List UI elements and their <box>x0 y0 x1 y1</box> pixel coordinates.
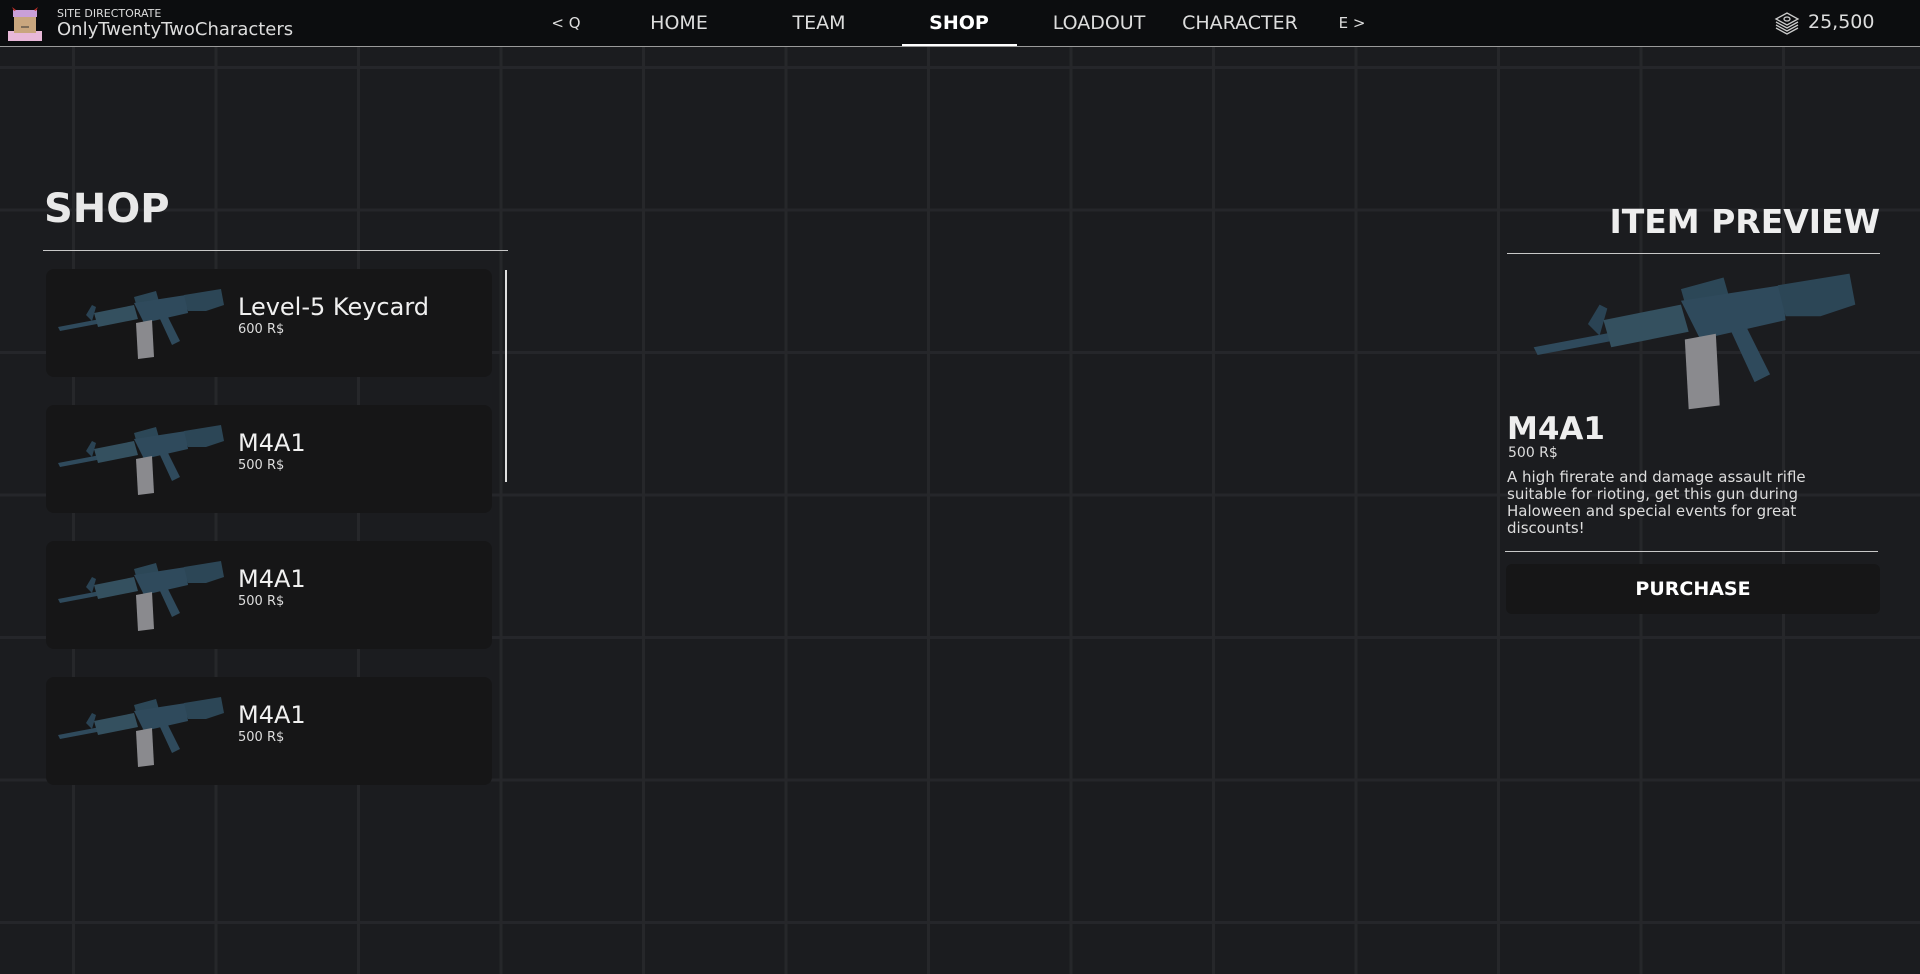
item-price: 500 R$ <box>238 730 285 745</box>
divider <box>1507 253 1880 254</box>
shop-title: SHOP <box>44 186 170 232</box>
currency-balance: 25,500 <box>1808 11 1875 33</box>
divider <box>1505 551 1878 552</box>
shop-item[interactable]: M4A1 500 R$ <box>46 541 492 649</box>
item-name: Level-5 Keycard <box>238 293 430 321</box>
tab-character[interactable]: CHARACTER <box>1182 12 1298 34</box>
item-name: M4A1 <box>238 429 306 457</box>
preview-item-name: M4A1 <box>1507 411 1605 447</box>
shop-item[interactable]: Level-5 Keycard 600 R$ <box>46 269 492 377</box>
cash-stack-icon <box>1774 12 1800 35</box>
rifle-thumbnail <box>58 289 224 359</box>
item-name: M4A1 <box>238 701 306 729</box>
nav-prev-button[interactable]: < Q <box>551 14 580 32</box>
preview-item-price: 500 R$ <box>1508 445 1558 461</box>
rifle-thumbnail <box>58 561 224 631</box>
shop-item[interactable]: M4A1 500 R$ <box>46 405 492 513</box>
preview-description: A high firerate and damage assault rifle… <box>1507 468 1806 537</box>
preview-rifle-image <box>1533 273 1856 410</box>
rifle-thumbnail <box>58 425 224 495</box>
tab-home[interactable]: HOME <box>650 12 708 34</box>
username: OnlyTwentyTwoCharacters <box>57 19 294 40</box>
item-price: 600 R$ <box>238 322 285 337</box>
purchase-button[interactable]: PURCHASE <box>1506 564 1880 614</box>
item-price: 500 R$ <box>238 594 285 609</box>
tab-loadout[interactable]: LOADOUT <box>1053 12 1146 34</box>
tab-team[interactable]: TEAM <box>792 12 845 34</box>
tab-shop[interactable]: SHOP <box>929 12 989 34</box>
top-bar: SITE DIRECTORATE OnlyTwentyTwoCharacters… <box>0 0 1920 47</box>
item-name: M4A1 <box>238 565 306 593</box>
scrollbar[interactable] <box>505 270 507 482</box>
rifle-thumbnail <box>58 697 224 767</box>
divider <box>43 250 508 251</box>
active-tab-indicator <box>902 44 1017 46</box>
nav-next-button[interactable]: E > <box>1339 14 1366 32</box>
preview-title: ITEM PREVIEW <box>1609 202 1880 241</box>
item-price: 500 R$ <box>238 458 285 473</box>
shop-item[interactable]: M4A1 500 R$ <box>46 677 492 785</box>
avatar[interactable] <box>6 7 44 41</box>
